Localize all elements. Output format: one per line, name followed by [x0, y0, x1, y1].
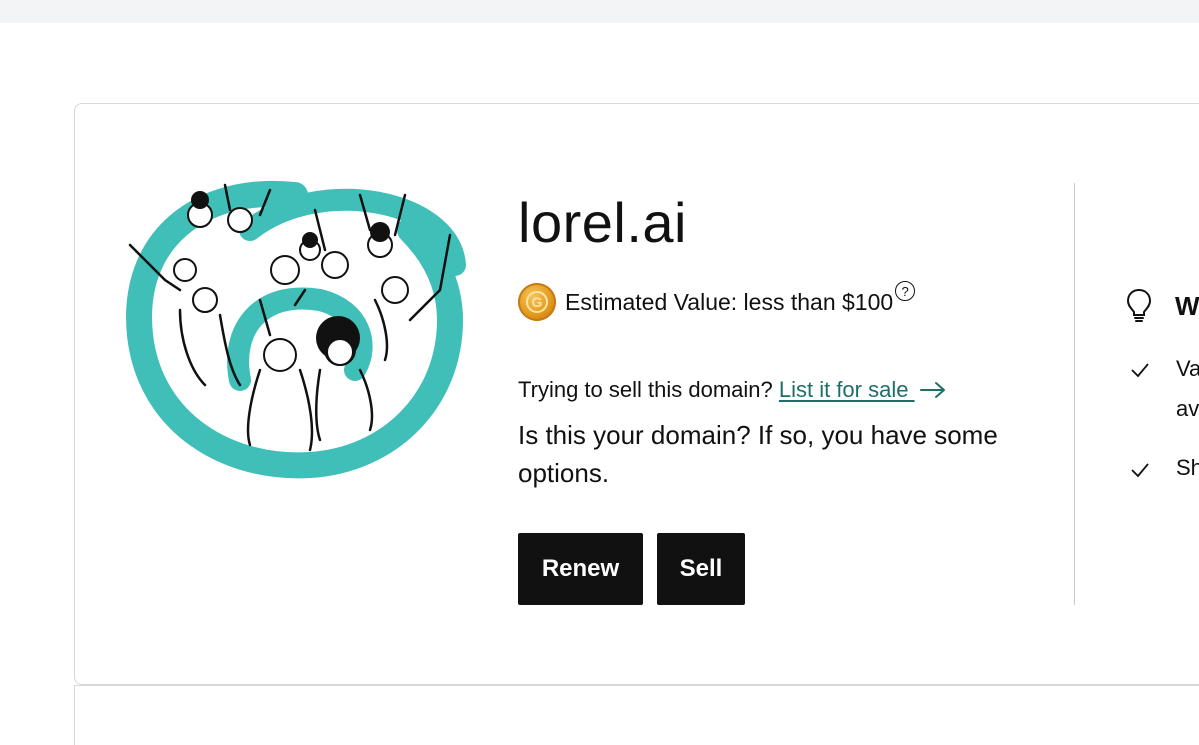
ownership-prompt: Is this your domain? If so, you have som…: [518, 420, 998, 488]
tip-item-line: Va: [1176, 356, 1199, 381]
vertical-divider: [1074, 183, 1075, 605]
tip-item-line: Sh: [1176, 455, 1199, 480]
estimated-value-row: G Estimated Value: less than $100 ?: [518, 281, 916, 322]
coin-letter: G: [526, 291, 548, 313]
sell-button[interactable]: Sell: [657, 533, 745, 605]
tips-heading: W: [1175, 291, 1199, 321]
arrow-right-icon[interactable]: [919, 380, 947, 400]
lightbulb-icon: [1126, 288, 1152, 322]
estimated-value-label: Estimated Value: less than $100: [565, 288, 894, 315]
check-icon: [1131, 463, 1149, 478]
list-for-sale-link[interactable]: List it for sale: [779, 377, 915, 402]
tip-item-line: av: [1176, 396, 1199, 421]
check-icon: [1131, 363, 1149, 378]
godaddy-coin-icon: G: [518, 283, 556, 321]
domain-title: lorel.ai: [518, 191, 687, 254]
sell-prompt: Trying to sell this domain? List it for …: [518, 375, 947, 405]
help-icon[interactable]: ?: [895, 281, 916, 301]
crowd-illustration: [126, 180, 466, 479]
next-card: [74, 685, 1199, 745]
sell-prompt-text: Trying to sell this domain?: [518, 377, 779, 402]
renew-button[interactable]: Renew: [518, 533, 643, 605]
top-bar: [0, 0, 1199, 23]
